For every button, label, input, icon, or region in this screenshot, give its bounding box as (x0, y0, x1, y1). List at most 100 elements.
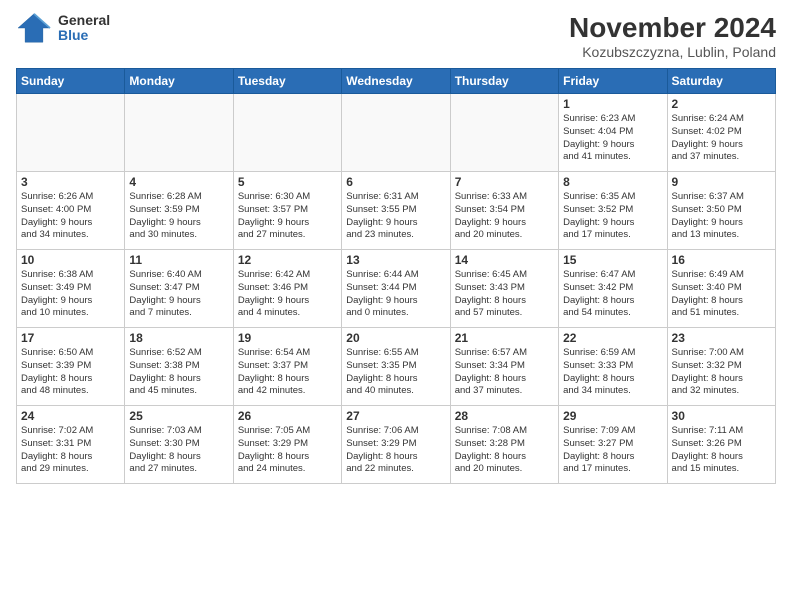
day-info: Sunrise: 7:11 AM Sunset: 3:26 PM Dayligh… (672, 425, 771, 476)
day-number: 17 (21, 331, 120, 345)
col-tuesday: Tuesday (233, 69, 341, 94)
calendar-cell: 9 Sunrise: 6:37 AM Sunset: 3:50 PM Daylig… (667, 172, 775, 250)
logo-icon (16, 12, 52, 44)
calendar-cell: 2 Sunrise: 6:24 AM Sunset: 4:02 PM Daylig… (667, 94, 775, 172)
week-row-4: 24Sunrise: 7:02 AM Sunset: 3:31 PM Dayli… (17, 406, 776, 484)
calendar-cell: 22 Sunrise: 6:59 AM Sunset: 3:33 PM Dayli… (559, 328, 667, 406)
day-info: Sunrise: 6:31 AM Sunset: 3:55 PM Dayligh… (346, 191, 445, 242)
day-info: Sunrise: 6:45 AM Sunset: 3:43 PM Dayligh… (455, 269, 554, 320)
day-number: 5 (238, 175, 337, 189)
col-thursday: Thursday (450, 69, 558, 94)
col-monday: Monday (125, 69, 233, 94)
day-info: Sunrise: 6:23 AM Sunset: 4:04 PM Dayligh… (563, 113, 662, 164)
calendar-cell: 27 Sunrise: 7:06 AM Sunset: 3:29 PM Dayli… (342, 406, 450, 484)
week-row-0: 1 Sunrise: 6:23 AM Sunset: 4:04 PM Daylig… (17, 94, 776, 172)
calendar-cell: 16 Sunrise: 6:49 AM Sunset: 3:40 PM Dayli… (667, 250, 775, 328)
day-number: 9 (672, 175, 771, 189)
week-row-2: 10Sunrise: 6:38 AM Sunset: 3:49 PM Dayli… (17, 250, 776, 328)
calendar-cell: 7Sunrise: 6:33 AM Sunset: 3:54 PM Daylig… (450, 172, 558, 250)
calendar-cell (233, 94, 341, 172)
day-number: 2 (672, 97, 771, 111)
calendar-cell (342, 94, 450, 172)
col-friday: Friday (559, 69, 667, 94)
day-info: Sunrise: 6:30 AM Sunset: 3:57 PM Dayligh… (238, 191, 337, 242)
calendar-cell (17, 94, 125, 172)
week-row-1: 3 Sunrise: 6:26 AM Sunset: 4:00 PM Daylig… (17, 172, 776, 250)
day-info: Sunrise: 6:24 AM Sunset: 4:02 PM Dayligh… (672, 113, 771, 164)
calendar-cell: 5 Sunrise: 6:30 AM Sunset: 3:57 PM Daylig… (233, 172, 341, 250)
day-info: Sunrise: 6:50 AM Sunset: 3:39 PM Dayligh… (21, 347, 120, 398)
day-info: Sunrise: 7:06 AM Sunset: 3:29 PM Dayligh… (346, 425, 445, 476)
calendar-cell: 28 Sunrise: 7:08 AM Sunset: 3:28 PM Dayli… (450, 406, 558, 484)
calendar-cell: 29 Sunrise: 7:09 AM Sunset: 3:27 PM Dayli… (559, 406, 667, 484)
calendar-cell: 12 Sunrise: 6:42 AM Sunset: 3:46 PM Dayli… (233, 250, 341, 328)
col-saturday: Saturday (667, 69, 775, 94)
day-number: 29 (563, 409, 662, 423)
calendar-cell: 24Sunrise: 7:02 AM Sunset: 3:31 PM Dayli… (17, 406, 125, 484)
subtitle: Kozubszczyzna, Lublin, Poland (569, 44, 776, 60)
calendar-cell: 11 Sunrise: 6:40 AM Sunset: 3:47 PM Dayli… (125, 250, 233, 328)
day-number: 23 (672, 331, 771, 345)
day-number: 20 (346, 331, 445, 345)
calendar: Sunday Monday Tuesday Wednesday Thursday… (16, 68, 776, 484)
day-number: 25 (129, 409, 228, 423)
day-info: Sunrise: 6:55 AM Sunset: 3:35 PM Dayligh… (346, 347, 445, 398)
logo-general-text: General (58, 13, 110, 28)
day-info: Sunrise: 6:42 AM Sunset: 3:46 PM Dayligh… (238, 269, 337, 320)
day-info: Sunrise: 6:59 AM Sunset: 3:33 PM Dayligh… (563, 347, 662, 398)
calendar-cell: 4Sunrise: 6:28 AM Sunset: 3:59 PM Daylig… (125, 172, 233, 250)
title-area: November 2024 Kozubszczyzna, Lublin, Pol… (569, 12, 776, 60)
day-number: 24 (21, 409, 120, 423)
calendar-cell: 30 Sunrise: 7:11 AM Sunset: 3:26 PM Dayli… (667, 406, 775, 484)
calendar-cell: 15 Sunrise: 6:47 AM Sunset: 3:42 PM Dayli… (559, 250, 667, 328)
col-wednesday: Wednesday (342, 69, 450, 94)
day-info: Sunrise: 6:54 AM Sunset: 3:37 PM Dayligh… (238, 347, 337, 398)
day-number: 1 (563, 97, 662, 111)
day-info: Sunrise: 7:08 AM Sunset: 3:28 PM Dayligh… (455, 425, 554, 476)
day-info: Sunrise: 6:37 AM Sunset: 3:50 PM Dayligh… (672, 191, 771, 242)
day-info: Sunrise: 6:49 AM Sunset: 3:40 PM Dayligh… (672, 269, 771, 320)
calendar-cell: 25 Sunrise: 7:03 AM Sunset: 3:30 PM Dayli… (125, 406, 233, 484)
day-number: 21 (455, 331, 554, 345)
day-number: 28 (455, 409, 554, 423)
calendar-header-row: Sunday Monday Tuesday Wednesday Thursday… (17, 69, 776, 94)
calendar-cell: 6Sunrise: 6:31 AM Sunset: 3:55 PM Daylig… (342, 172, 450, 250)
week-row-3: 17 Sunrise: 6:50 AM Sunset: 3:39 PM Dayli… (17, 328, 776, 406)
day-number: 30 (672, 409, 771, 423)
day-info: Sunrise: 6:47 AM Sunset: 3:42 PM Dayligh… (563, 269, 662, 320)
day-number: 13 (346, 253, 445, 267)
calendar-cell: 17 Sunrise: 6:50 AM Sunset: 3:39 PM Dayli… (17, 328, 125, 406)
day-number: 8 (563, 175, 662, 189)
calendar-cell: 13 Sunrise: 6:44 AM Sunset: 3:44 PM Dayli… (342, 250, 450, 328)
day-number: 18 (129, 331, 228, 345)
calendar-cell: 26Sunrise: 7:05 AM Sunset: 3:29 PM Dayli… (233, 406, 341, 484)
calendar-cell: 23 Sunrise: 7:00 AM Sunset: 3:32 PM Dayli… (667, 328, 775, 406)
day-info: Sunrise: 6:38 AM Sunset: 3:49 PM Dayligh… (21, 269, 120, 320)
day-number: 22 (563, 331, 662, 345)
day-number: 15 (563, 253, 662, 267)
day-number: 16 (672, 253, 771, 267)
day-info: Sunrise: 6:26 AM Sunset: 4:00 PM Dayligh… (21, 191, 120, 242)
day-info: Sunrise: 6:44 AM Sunset: 3:44 PM Dayligh… (346, 269, 445, 320)
day-info: Sunrise: 7:03 AM Sunset: 3:30 PM Dayligh… (129, 425, 228, 476)
calendar-cell (450, 94, 558, 172)
calendar-cell: 14 Sunrise: 6:45 AM Sunset: 3:43 PM Dayli… (450, 250, 558, 328)
day-info: Sunrise: 7:05 AM Sunset: 3:29 PM Dayligh… (238, 425, 337, 476)
day-number: 3 (21, 175, 120, 189)
calendar-cell: 18Sunrise: 6:52 AM Sunset: 3:38 PM Dayli… (125, 328, 233, 406)
day-number: 11 (129, 253, 228, 267)
day-info: Sunrise: 7:09 AM Sunset: 3:27 PM Dayligh… (563, 425, 662, 476)
calendar-cell: 20 Sunrise: 6:55 AM Sunset: 3:35 PM Dayli… (342, 328, 450, 406)
day-info: Sunrise: 6:40 AM Sunset: 3:47 PM Dayligh… (129, 269, 228, 320)
calendar-cell: 8Sunrise: 6:35 AM Sunset: 3:52 PM Daylig… (559, 172, 667, 250)
day-info: Sunrise: 6:33 AM Sunset: 3:54 PM Dayligh… (455, 191, 554, 242)
header: General Blue November 2024 Kozubszczyzna… (16, 12, 776, 60)
day-number: 19 (238, 331, 337, 345)
col-sunday: Sunday (17, 69, 125, 94)
day-number: 14 (455, 253, 554, 267)
day-number: 27 (346, 409, 445, 423)
day-info: Sunrise: 6:28 AM Sunset: 3:59 PM Dayligh… (129, 191, 228, 242)
day-number: 12 (238, 253, 337, 267)
day-info: Sunrise: 7:00 AM Sunset: 3:32 PM Dayligh… (672, 347, 771, 398)
calendar-cell: 10Sunrise: 6:38 AM Sunset: 3:49 PM Dayli… (17, 250, 125, 328)
